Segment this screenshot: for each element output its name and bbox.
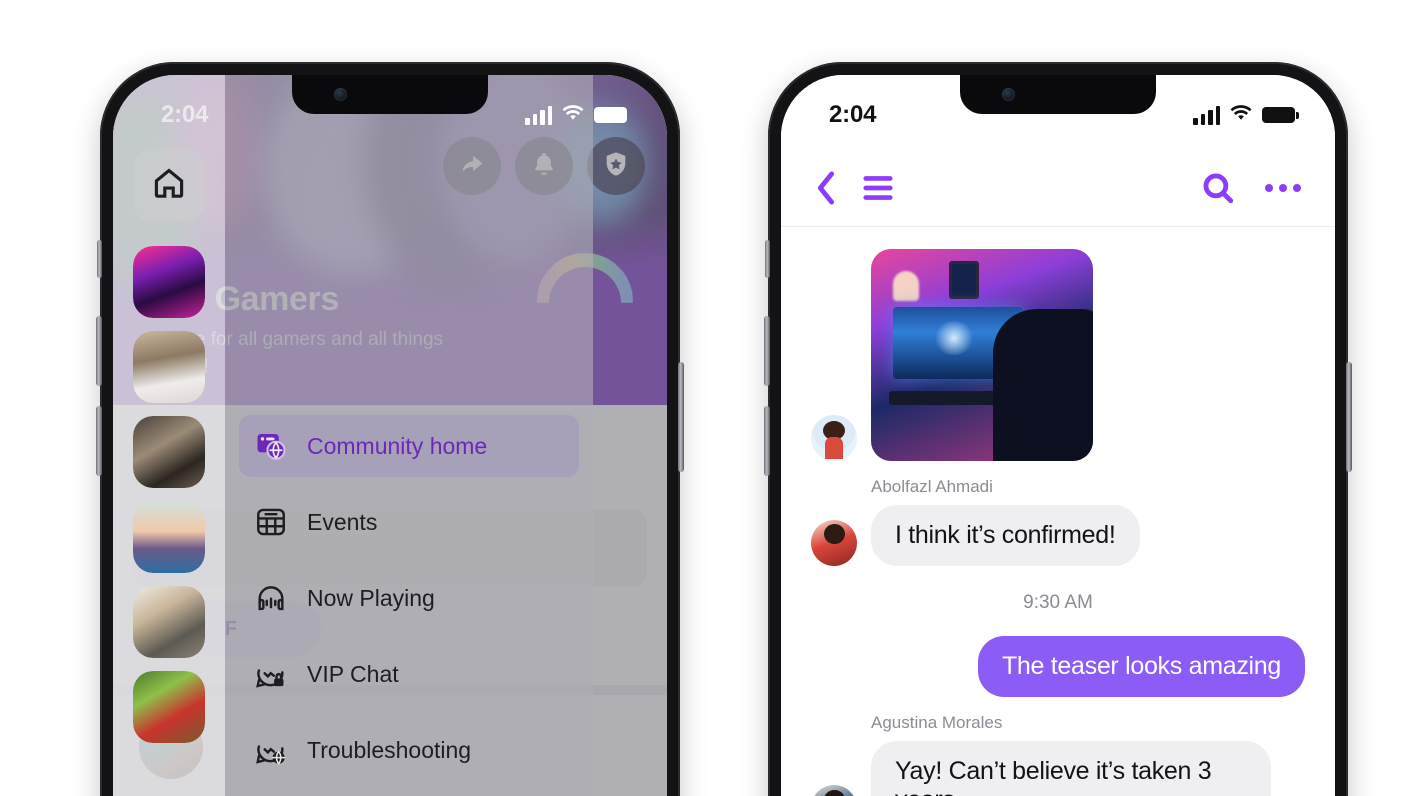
battery-icon: [1262, 107, 1299, 123]
menu-item-label: Community home: [307, 432, 488, 459]
screenshot-root: 24/7 Gamers A home for all gamers and al…: [0, 0, 1426, 796]
menu-item-vip-chat[interactable]: VIP Chat: [239, 643, 579, 705]
message-row-outgoing: The teaser looks amazing: [811, 636, 1305, 697]
wifi-icon: [561, 103, 585, 127]
cellular-bars-icon: [1193, 105, 1220, 125]
volume-down-button[interactable]: [764, 406, 770, 476]
community-home-icon: [253, 428, 289, 464]
left-status-bar: 2:04: [113, 75, 667, 149]
cellular-bars-icon: [525, 105, 552, 125]
battery-icon: [594, 107, 627, 123]
menu-item-label: Troubleshooting: [307, 736, 472, 763]
power-button[interactable]: [1346, 362, 1352, 472]
message-sender-name: Agustina Morales: [871, 713, 1003, 732]
chat-message-list[interactable]: Abolfazl Ahmadi I think it’s confirmed! …: [781, 227, 1335, 796]
chat-screen: 2:04 Abolfazl Ahmadi I think it’s confir…: [781, 75, 1335, 796]
message-bubble[interactable]: Yay! Can’t believe it’s taken 3 years: [871, 741, 1271, 796]
chat-lock-icon: [253, 656, 289, 692]
menu-item-now-playing[interactable]: Now Playing: [239, 567, 579, 629]
message-bubble[interactable]: I think it’s confirmed!: [871, 505, 1140, 566]
menu-item-label: Events: [307, 508, 378, 535]
right-phone-screen: 2:04 Abolfazl Ahmadi I think it’s confir…: [781, 75, 1335, 796]
chat-header: [781, 149, 1335, 227]
community-thumb-gaming[interactable]: [133, 246, 205, 318]
navigation-drawer: Community home Events Now Playing VIP Ch…: [113, 75, 593, 796]
message-row-image: [811, 249, 1305, 461]
menu-item-events[interactable]: Events: [239, 491, 579, 553]
silent-switch[interactable]: [97, 240, 102, 278]
gaming-setup-photo[interactable]: [871, 249, 1093, 461]
hamburger-menu-icon[interactable]: [861, 173, 895, 203]
header-right-group: [1201, 171, 1301, 205]
menu-item-label: VIP Chat: [307, 660, 399, 687]
calendar-grid-icon: [253, 504, 289, 540]
message-bubble[interactable]: The teaser looks amazing: [977, 636, 1305, 697]
more-options-icon[interactable]: [1265, 183, 1301, 192]
volume-up-button[interactable]: [764, 316, 770, 386]
community-thumb-cooking[interactable]: [133, 586, 205, 658]
volume-up-button[interactable]: [96, 316, 102, 386]
right-status-bar: 2:04: [781, 75, 1335, 149]
silent-switch[interactable]: [765, 240, 770, 278]
drawer-menu-list: Community home Events Now Playing VIP Ch…: [225, 75, 593, 796]
header-left-group: [815, 170, 895, 205]
left-phone-screen: 24/7 Gamers A home for all gamers and al…: [113, 75, 667, 796]
status-time: 2:04: [161, 101, 209, 128]
menu-item-troubleshooting[interactable]: Troubleshooting: [239, 719, 579, 781]
home-icon: [151, 165, 187, 206]
status-indicators: [1193, 103, 1299, 127]
community-thumb-produce[interactable]: [133, 671, 205, 743]
community-thumb-sunset[interactable]: [133, 501, 205, 573]
avatar: [811, 520, 857, 566]
right-phone-device: 2:04 Abolfazl Ahmadi I think it’s confir…: [764, 62, 1352, 796]
avatar: [811, 785, 857, 796]
left-phone-device: 24/7 Gamers A home for all gamers and al…: [96, 62, 684, 796]
status-time: 2:04: [829, 101, 877, 128]
volume-down-button[interactable]: [96, 406, 102, 476]
avatar: [811, 415, 857, 461]
community-thumb-friends[interactable]: [133, 416, 205, 488]
status-indicators: [525, 103, 627, 127]
chevron-left-icon[interactable]: [815, 170, 837, 205]
menu-item-label: Now Playing: [307, 584, 435, 611]
wifi-icon: [1229, 103, 1253, 127]
community-rail: [113, 75, 225, 796]
message-sender-name: Abolfazl Ahmadi: [871, 477, 993, 496]
rail-home-button[interactable]: [133, 149, 205, 221]
search-icon[interactable]: [1201, 171, 1235, 205]
message-row-incoming: Yay! Can’t believe it’s taken 3 years: [811, 741, 1305, 796]
message-timestamp: 9:30 AM: [1023, 592, 1093, 613]
chat-globe-icon: [253, 732, 289, 768]
community-screen: 24/7 Gamers A home for all gamers and al…: [113, 75, 667, 796]
menu-item-community-home[interactable]: Community home: [239, 415, 579, 477]
power-button[interactable]: [678, 362, 684, 472]
community-thumb-cat[interactable]: [133, 331, 205, 403]
headphones-icon: [253, 580, 289, 616]
message-row-incoming: I think it’s confirmed!: [811, 505, 1305, 566]
